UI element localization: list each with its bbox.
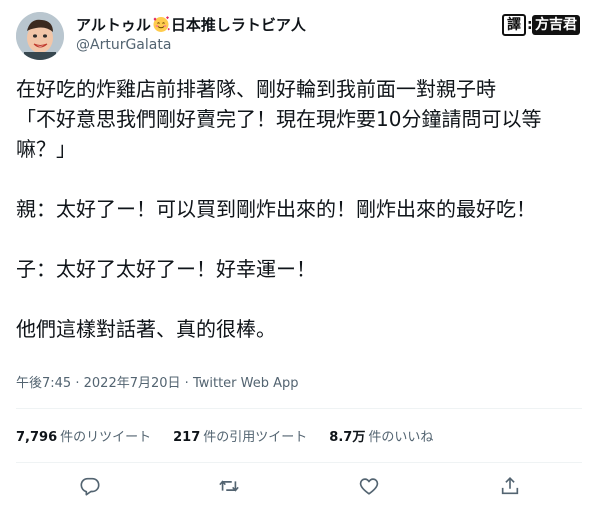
user-handle[interactable]: @ArturGalata <box>76 37 171 53</box>
share-icon <box>501 477 519 495</box>
like-icon <box>359 478 379 495</box>
reply-icon <box>80 477 100 496</box>
retweet-icon <box>219 480 239 492</box>
display-name-part2: 日本推しラトビア人 <box>170 15 306 34</box>
share-button[interactable] <box>496 472 524 500</box>
tweet-meta: 午後7:45 · 2022年7月20日 · Twitter Web App <box>16 372 299 391</box>
quotes-count: 217 <box>173 430 201 445</box>
translator-badge-separator: : <box>527 17 533 33</box>
user-name-row[interactable]: アルトゥル 日本推しラトビア人 <box>76 13 306 35</box>
retweets-stat[interactable]: 7,796 件のリツイート <box>16 426 151 445</box>
like-button[interactable] <box>355 472 383 500</box>
tweet-time[interactable]: 午後7:45 <box>16 376 71 391</box>
translator-name: 方吉君 <box>532 15 580 35</box>
likes-stat[interactable]: 8.7万 件のいいね <box>329 426 433 445</box>
smiling-face-with-hearts-icon <box>152 15 170 33</box>
translator-badge-label: 譯 <box>502 14 526 36</box>
retweet-button[interactable] <box>215 472 243 500</box>
likes-count: 8.7万 <box>329 430 366 445</box>
tweet-date[interactable]: 2022年7月20日 <box>84 376 181 391</box>
quotes-stat[interactable]: 217 件の引用ツイート <box>173 426 307 445</box>
retweets-label: 件のリツイート <box>60 430 152 445</box>
quotes-label: 件の引用ツイート <box>203 430 308 445</box>
divider <box>16 462 582 463</box>
translator-badge: 譯 : 方吉君 <box>502 14 580 36</box>
tweet-text: 在好吃的炸雞店前排著隊、剛好輪到我前面一對親子時 「不好意思我們剛好賣完了！現在… <box>16 77 542 341</box>
tweet-actions <box>0 470 598 502</box>
reply-button[interactable] <box>76 472 104 500</box>
divider <box>16 408 582 409</box>
tweet-stats: 7,796 件のリツイート 217 件の引用ツイート 8.7万 件のいいね <box>16 426 455 445</box>
tweet-source[interactable]: Twitter Web App <box>193 376 299 391</box>
display-name-part1: アルトゥル <box>76 15 151 34</box>
retweets-count: 7,796 <box>16 430 58 445</box>
meta-separator: · <box>184 376 189 391</box>
meta-separator: · <box>75 376 80 391</box>
avatar[interactable] <box>16 12 64 60</box>
likes-label: 件のいいね <box>368 430 434 445</box>
